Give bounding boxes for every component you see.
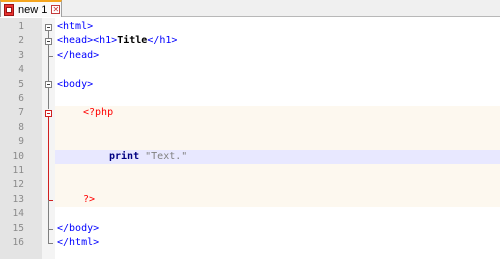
tab-bar: new 1 ✕ [0,0,500,17]
html-tag: </h1> [147,35,178,47]
current-code-line: 10 print "Text." [0,149,500,164]
line-number: 13 [12,193,24,205]
code-text: <body> [57,78,93,92]
line-number: 9 [18,136,24,148]
line-number: 6 [18,93,24,104]
fold-end-marker [48,243,53,244]
fold-guide [48,88,49,110]
code-text: <head><h1>Title</h1> [57,34,177,48]
line-number: 7 [18,107,24,119]
html-tag: <body> [57,78,94,90]
php-close-tag: ?> [83,193,96,205]
line-number: 8 [18,121,24,133]
code-text: </html> [57,236,99,250]
code-line: 7 <?php [0,106,500,121]
code-line: 1 <html> [0,20,500,34]
fold-collapse-icon[interactable] [45,81,52,89]
line-number: 15 [12,222,24,234]
fold-collapse-icon[interactable] [45,109,52,117]
code-text: <?php [83,106,113,120]
tab-label: new 1 [18,3,48,16]
code-line: 11 [0,164,500,179]
code-text: <html> [57,20,93,34]
line-number: 11 [12,165,24,176]
php-keyword: print [109,150,140,162]
line-number: 14 [12,208,24,220]
fold-guide [48,228,49,243]
line-number: 5 [18,78,24,90]
html-tag: </head> [57,49,100,61]
code-line: 15 </body> [0,222,500,236]
code-editor[interactable]: 1 <html> 2 <head><h1>Title</h1> 3 </head… [0,18,500,259]
code-line: 6 [0,92,500,106]
line-number: 4 [18,64,24,76]
code-line: 8 [0,120,500,136]
code-line: 4 [0,63,500,77]
line-number: 2 [18,35,24,47]
code-text: print "Text." [109,150,187,164]
line-number: 12 [12,179,24,191]
code-line: 13 ?> [0,192,500,208]
fold-guide [48,200,49,229]
code-text: </head> [57,49,99,63]
fold-collapse-icon[interactable] [45,23,52,31]
php-open-tag: <?php [83,107,114,119]
html-tag: </html> [57,237,100,248]
html-tag: <html> [57,21,94,32]
code-line: 14 [0,207,500,221]
code-line: 2 <head><h1>Title</h1> [0,34,500,48]
html-tag: </body> [57,222,100,234]
line-number: 16 [12,237,24,248]
close-tab-icon[interactable]: ✕ [51,5,61,14]
fold-guide [48,44,49,56]
tab-new-1[interactable]: new 1 ✕ [0,0,62,17]
unsaved-file-icon [4,3,14,16]
line-number: 10 [12,150,24,162]
code-text: </body> [57,222,99,236]
code-line: 5 <body> [0,78,500,92]
code-line: 3 </head> [0,49,500,63]
fold-guide [48,55,49,81]
code-line: 12 [0,178,500,193]
line-number: 3 [18,49,24,61]
text-content: Title [117,35,148,47]
fold-guide [48,116,49,200]
fold-collapse-icon[interactable] [45,37,52,45]
code-text: ?> [83,193,95,207]
php-string: "Text." [139,150,188,162]
code-line: 9 [0,135,500,150]
html-tag: <head><h1> [57,35,118,47]
line-number: 1 [18,21,24,32]
code-line: 16 </html> [0,236,500,250]
